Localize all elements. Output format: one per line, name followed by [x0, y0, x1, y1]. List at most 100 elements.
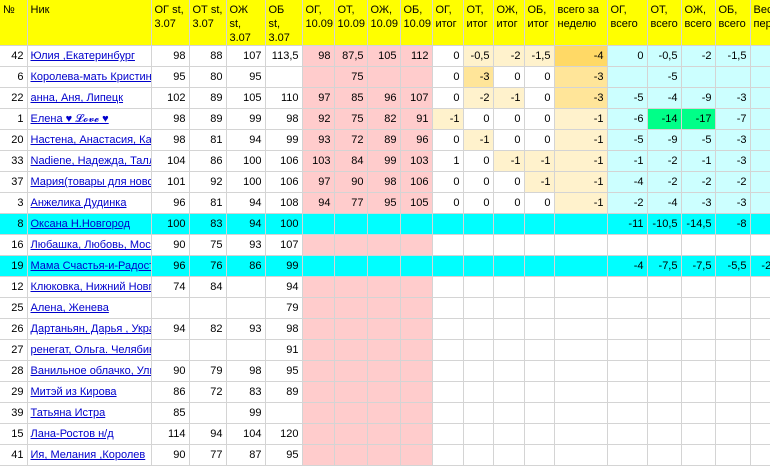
week-value-cell[interactable] — [334, 255, 368, 277]
start-value-cell[interactable]: 93 — [226, 234, 266, 256]
week-value-cell[interactable] — [400, 255, 433, 277]
week-value-cell[interactable]: 92 — [302, 108, 335, 130]
start-value-cell[interactable]: 100 — [151, 213, 190, 235]
week-delta-cell[interactable] — [493, 444, 525, 466]
column-header[interactable]: ОТ, всего — [647, 0, 682, 46]
start-value-cell[interactable]: 75 — [189, 234, 227, 256]
week-delta-cell[interactable]: -1 — [493, 87, 525, 109]
week-value-cell[interactable] — [334, 318, 368, 340]
week-total-cell[interactable]: -4 — [554, 45, 608, 67]
overall-delta-cell[interactable]: -14 — [647, 108, 682, 130]
week-total-cell[interactable]: -3 — [554, 66, 608, 88]
period-total-cell[interactable]: -4 — [750, 45, 770, 67]
week-total-cell[interactable]: -3 — [554, 87, 608, 109]
week-delta-cell[interactable]: 0 — [524, 66, 555, 88]
row-id-cell[interactable]: 16 — [0, 234, 28, 256]
week-value-cell[interactable] — [334, 402, 368, 424]
overall-delta-cell[interactable]: -8 — [715, 213, 751, 235]
week-value-cell[interactable]: 89 — [367, 129, 401, 151]
start-value-cell[interactable] — [265, 402, 303, 424]
week-delta-cell[interactable] — [432, 444, 464, 466]
week-delta-cell[interactable]: -1,5 — [524, 45, 555, 67]
start-value-cell[interactable]: 98 — [151, 129, 190, 151]
week-value-cell[interactable] — [400, 339, 433, 361]
overall-delta-cell[interactable] — [607, 297, 648, 319]
start-value-cell[interactable]: 86 — [151, 381, 190, 403]
week-value-cell[interactable]: 87,5 — [334, 45, 368, 67]
week-value-cell[interactable]: 112 — [400, 45, 433, 67]
week-value-cell[interactable]: 91 — [400, 108, 433, 130]
nickname-link[interactable]: Дартаньян, Дарья , Украина — [27, 318, 152, 340]
week-value-cell[interactable] — [367, 423, 401, 445]
start-value-cell[interactable]: 83 — [226, 381, 266, 403]
nickname-link[interactable]: Ванильное облачко, Ульяновск — [27, 360, 152, 382]
week-value-cell[interactable] — [302, 66, 335, 88]
nickname-link[interactable]: Елена ♥ 𝓛𝓸𝓿𝓮 ♥ — [27, 108, 152, 130]
start-value-cell[interactable]: 110 — [265, 87, 303, 109]
start-value-cell[interactable]: 106 — [265, 171, 303, 193]
period-total-cell[interactable] — [750, 381, 770, 403]
nickname-link[interactable]: Настена, Анастасия, Карелия — [27, 129, 152, 151]
week-value-cell[interactable] — [302, 213, 335, 235]
week-delta-cell[interactable] — [493, 276, 525, 298]
week-total-cell[interactable]: -1 — [554, 108, 608, 130]
nickname-link[interactable]: Мама Счастья-и-Радости — [27, 255, 152, 277]
week-delta-cell[interactable] — [524, 423, 555, 445]
start-value-cell[interactable]: 89 — [189, 108, 227, 130]
start-value-cell[interactable] — [226, 297, 266, 319]
week-value-cell[interactable]: 82 — [367, 108, 401, 130]
start-value-cell[interactable]: 98 — [265, 318, 303, 340]
overall-delta-cell[interactable]: -0,5 — [647, 45, 682, 67]
overall-delta-cell[interactable] — [647, 423, 682, 445]
nickname-link[interactable]: Любашка, Любовь, Москва — [27, 234, 152, 256]
row-id-cell[interactable]: 26 — [0, 318, 28, 340]
week-total-cell[interactable] — [554, 276, 608, 298]
column-header[interactable]: ОТ, 10.09 — [334, 0, 368, 46]
week-value-cell[interactable] — [302, 318, 335, 340]
week-value-cell[interactable] — [367, 360, 401, 382]
week-value-cell[interactable] — [334, 276, 368, 298]
week-delta-cell[interactable] — [463, 234, 494, 256]
period-total-cell[interactable]: -44 — [750, 213, 770, 235]
week-value-cell[interactable]: 98 — [367, 171, 401, 193]
week-delta-cell[interactable] — [493, 255, 525, 277]
start-value-cell[interactable]: 94 — [226, 213, 266, 235]
overall-delta-cell[interactable] — [715, 276, 751, 298]
row-id-cell[interactable]: 42 — [0, 45, 28, 67]
week-delta-cell[interactable]: 0 — [493, 192, 525, 214]
week-delta-cell[interactable] — [432, 423, 464, 445]
overall-delta-cell[interactable] — [647, 339, 682, 361]
overall-delta-cell[interactable] — [681, 381, 716, 403]
start-value-cell[interactable]: 83 — [189, 213, 227, 235]
week-delta-cell[interactable] — [463, 339, 494, 361]
overall-delta-cell[interactable] — [607, 381, 648, 403]
week-delta-cell[interactable]: 0 — [493, 108, 525, 130]
period-total-cell[interactable] — [750, 360, 770, 382]
week-delta-cell[interactable] — [463, 318, 494, 340]
row-id-cell[interactable]: 27 — [0, 339, 28, 361]
week-delta-cell[interactable]: -1 — [524, 171, 555, 193]
start-value-cell[interactable]: 120 — [265, 423, 303, 445]
overall-delta-cell[interactable]: -4 — [607, 255, 648, 277]
start-value-cell[interactable]: 95 — [265, 444, 303, 466]
overall-delta-cell[interactable]: -5 — [647, 66, 682, 88]
nickname-link[interactable]: Клюковка, Нижний Новгород — [27, 276, 152, 298]
start-value-cell[interactable]: 101 — [151, 171, 190, 193]
nickname-link[interactable]: Юлия ,Екатеринбург — [27, 45, 152, 67]
week-value-cell[interactable] — [400, 318, 433, 340]
week-total-cell[interactable] — [554, 423, 608, 445]
start-value-cell[interactable]: 105 — [226, 87, 266, 109]
start-value-cell[interactable]: 100 — [226, 171, 266, 193]
overall-delta-cell[interactable] — [647, 444, 682, 466]
week-delta-cell[interactable] — [493, 318, 525, 340]
week-delta-cell[interactable]: 0 — [524, 87, 555, 109]
column-header[interactable]: ОБ, 10.09 — [400, 0, 433, 46]
overall-delta-cell[interactable]: -3 — [681, 192, 716, 214]
overall-delta-cell[interactable]: -17 — [681, 108, 716, 130]
week-value-cell[interactable]: 103 — [302, 150, 335, 172]
week-value-cell[interactable] — [334, 339, 368, 361]
overall-delta-cell[interactable] — [607, 360, 648, 382]
week-value-cell[interactable] — [334, 234, 368, 256]
overall-delta-cell[interactable]: -6 — [607, 108, 648, 130]
overall-delta-cell[interactable]: -2 — [681, 171, 716, 193]
